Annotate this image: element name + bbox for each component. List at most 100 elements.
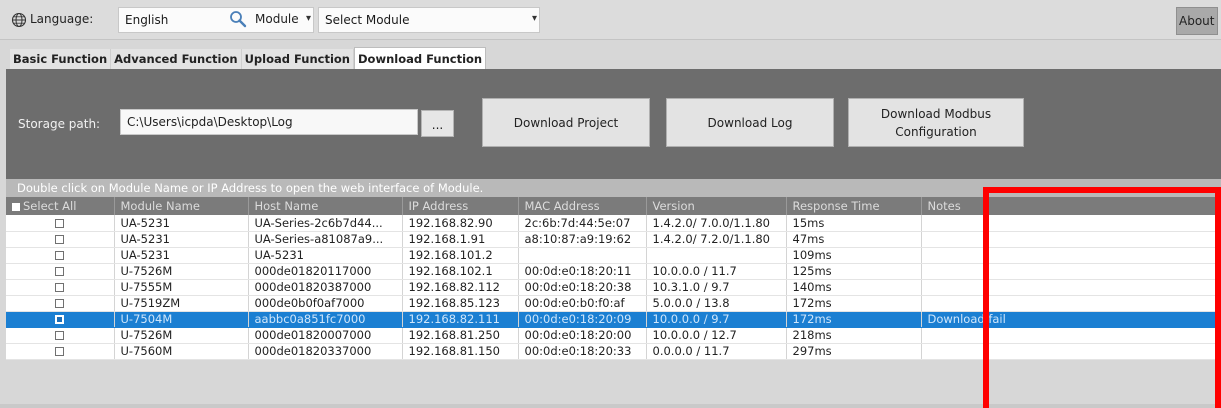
version-cell: 10.0.0.0 / 12.7 [646, 327, 787, 344]
ip-address-cell[interactable]: 192.168.82.112 [402, 279, 519, 296]
host-name-cell: 000de0b0f0af7000 [248, 295, 403, 312]
row-checkbox[interactable] [55, 218, 65, 228]
ip-address-cell[interactable]: 192.168.102.1 [402, 263, 519, 280]
language-value: English [125, 13, 169, 27]
table-row[interactable]: UA-5231 UA-5231 192.168.101.2 109ms [6, 247, 1221, 264]
select-all-header[interactable]: Select All [6, 197, 115, 215]
host-name-header[interactable]: Host Name [248, 197, 403, 215]
chevron-down-icon[interactable]: ▾ [306, 13, 311, 24]
about-button[interactable]: About [1176, 7, 1218, 35]
host-name-cell: 000de01820337000 [248, 343, 403, 360]
select-all-checkbox[interactable] [12, 202, 20, 211]
host-name-cell: 000de01820117000 [248, 263, 403, 280]
tab-advanced-function[interactable]: Advanced Function [111, 49, 242, 69]
tab-basic-function[interactable]: Basic Function [10, 49, 112, 69]
module-name-cell[interactable]: U-7504M [114, 311, 249, 328]
row-select-cell[interactable] [6, 231, 115, 248]
row-checkbox[interactable] [55, 251, 65, 260]
module-table-body: UA-5231 UA-Series-2c6b7d44... 192.168.82… [6, 215, 1221, 360]
table-row[interactable]: UA-5231 UA-Series-a81087a9... 192.168.1.… [6, 231, 1221, 248]
version-header[interactable]: Version [646, 197, 787, 215]
table-row[interactable]: U-7526M 000de01820117000 192.168.102.1 0… [6, 263, 1221, 280]
ip-address-cell[interactable]: 192.168.1.91 [402, 231, 519, 248]
download-log-button[interactable]: Download Log [666, 98, 834, 147]
module-name-cell[interactable]: UA-5231 [114, 231, 249, 248]
mac-address-cell: 00:0d:e0:18:20:33 [518, 343, 647, 360]
ip-address-cell[interactable]: 192.168.81.250 [402, 327, 519, 344]
module-name-cell[interactable]: U-7560M [114, 343, 249, 360]
tab-upload-function[interactable]: Upload Function [241, 49, 354, 69]
row-select-cell[interactable] [6, 343, 115, 360]
host-name-cell: 000de01820387000 [248, 279, 403, 296]
host-name-cell: aabbc0a851fc7000 [248, 311, 403, 328]
version-cell: 10.0.0.0 / 9.7 [646, 311, 787, 328]
storage-path-input[interactable]: C:\Users\icpda\Desktop\Log [120, 109, 418, 135]
top-toolbar: Language: English ▾ Module Select Module… [0, 0, 1221, 40]
row-select-cell[interactable] [6, 215, 115, 232]
row-checkbox[interactable] [55, 299, 65, 308]
notes-header[interactable]: Notes [921, 197, 1221, 215]
ip-address-cell[interactable]: 192.168.82.90 [402, 215, 519, 232]
row-checkbox[interactable] [55, 283, 65, 292]
response-time-cell: 172ms [786, 311, 922, 328]
version-cell: 10.0.0.0 / 11.7 [646, 263, 787, 280]
function-tabs: Basic Function Advanced Function Upload … [10, 47, 487, 69]
response-time-header[interactable]: Response Time [786, 197, 922, 215]
table-row[interactable]: U-7555M 000de01820387000 192.168.82.112 … [6, 279, 1221, 296]
module-name-cell[interactable]: U-7519ZM [114, 295, 249, 312]
mac-address-header[interactable]: MAC Address [518, 197, 647, 215]
notes-cell [921, 263, 1221, 280]
chevron-down-icon[interactable]: ▾ [532, 13, 537, 24]
notes-cell: Download fail [921, 311, 1221, 328]
ip-address-header[interactable]: IP Address [402, 197, 519, 215]
table-row[interactable]: U-7519ZM 000de0b0f0af7000 192.168.85.123… [6, 295, 1221, 312]
table-row[interactable]: U-7560M 000de01820337000 192.168.81.150 … [6, 343, 1221, 360]
browse-button[interactable]: ... [421, 110, 454, 137]
row-select-cell[interactable] [6, 279, 115, 296]
response-time-cell: 218ms [786, 327, 922, 344]
response-time-cell: 172ms [786, 295, 922, 312]
download-log-label: Download Log [707, 115, 793, 130]
row-select-cell[interactable] [6, 247, 115, 264]
select-all-label: Select All [23, 199, 77, 213]
version-cell: 1.4.2.0/ 7.0.0/1.1.80 [646, 215, 787, 232]
table-header-row: Select All Module Name Host Name IP Addr… [6, 197, 1221, 215]
ip-address-cell[interactable]: 192.168.85.123 [402, 295, 519, 312]
mac-address-cell: 00:0d:e0:18:20:38 [518, 279, 647, 296]
download-modbus-configuration-button[interactable]: Download Modbus Configuration [848, 98, 1024, 147]
globe-icon [11, 12, 27, 28]
row-checkbox-checked[interactable] [55, 315, 65, 324]
response-time-cell: 109ms [786, 247, 922, 264]
table-row-selected[interactable]: U-7504M aabbc0a851fc7000 192.168.82.111 … [6, 311, 1221, 328]
ip-address-cell[interactable]: 192.168.101.2 [402, 247, 519, 264]
mac-address-cell: 00:0d:e0:18:20:00 [518, 327, 647, 344]
row-checkbox[interactable] [55, 235, 65, 244]
row-checkbox[interactable] [55, 347, 65, 356]
row-select-cell[interactable] [6, 327, 115, 344]
module-select[interactable]: Select Module ▾ [318, 7, 540, 33]
module-name-cell[interactable]: U-7555M [114, 279, 249, 296]
download-project-button[interactable]: Download Project [482, 98, 650, 147]
table-row[interactable]: U-7526M 000de01820007000 192.168.81.250 … [6, 327, 1221, 344]
module-name-cell[interactable]: UA-5231 [114, 247, 249, 264]
ip-address-cell[interactable]: 192.168.82.111 [402, 311, 519, 328]
table-row[interactable]: UA-5231 UA-Series-2c6b7d44... 192.168.82… [6, 215, 1221, 232]
row-checkbox[interactable] [55, 331, 65, 340]
row-select-cell[interactable] [6, 263, 115, 280]
module-name-cell[interactable]: U-7526M [114, 327, 249, 344]
tab-download-function[interactable]: Download Function [354, 47, 487, 69]
ip-address-cell[interactable]: 192.168.81.150 [402, 343, 519, 360]
module-value: Select Module [325, 13, 410, 27]
row-select-cell[interactable] [6, 295, 115, 312]
mac-address-cell: 2c:6b:7d:44:5e:07 [518, 215, 647, 232]
module-name-header[interactable]: Module Name [114, 197, 249, 215]
host-name-cell: UA-5231 [248, 247, 403, 264]
row-select-cell[interactable] [6, 311, 115, 328]
module-name-cell[interactable]: U-7526M [114, 263, 249, 280]
module-name-cell[interactable]: UA-5231 [114, 215, 249, 232]
mac-address-cell: 00:0d:e0:18:20:09 [518, 311, 647, 328]
row-checkbox[interactable] [55, 267, 65, 276]
mac-address-cell: 00:0d:e0:b0:f0:af [518, 295, 647, 312]
response-time-cell: 125ms [786, 263, 922, 280]
bottom-scroll-strip [0, 404, 1221, 408]
